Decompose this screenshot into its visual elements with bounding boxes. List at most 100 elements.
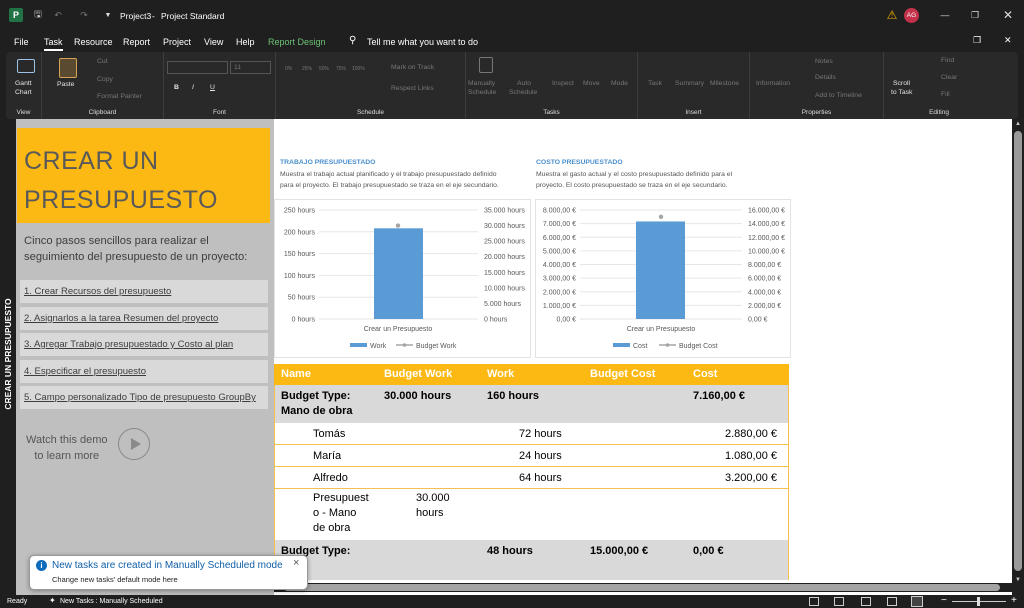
- tab-project[interactable]: Project: [163, 37, 191, 47]
- pct-100-button[interactable]: 100%: [352, 66, 365, 72]
- minimize-icon[interactable]: —: [938, 8, 952, 22]
- pct-50-button[interactable]: 50%: [319, 66, 329, 72]
- y2-tick-label: 12.000,00 €: [748, 235, 785, 242]
- task-usage-icon[interactable]: [834, 597, 844, 606]
- horizontal-scroll-thumb[interactable]: [284, 584, 1000, 591]
- toast-subtitle[interactable]: Change new tasks' default mode here: [52, 575, 178, 584]
- respect-links-button[interactable]: Respect Links: [391, 85, 434, 92]
- tab-report[interactable]: Report: [123, 37, 150, 47]
- close-window-icon[interactable]: ✕: [1004, 35, 1012, 46]
- tab-resource[interactable]: Resource: [74, 37, 113, 47]
- steps-panel: CREAR UN PRESUPUESTO Cinco pasos sencill…: [16, 119, 270, 595]
- mode-button[interactable]: Mode: [611, 80, 628, 87]
- team-planner-icon[interactable]: [861, 597, 871, 606]
- watch-demo-text[interactable]: Watch this demo to learn more: [26, 432, 108, 464]
- scroll-down-icon[interactable]: ▼: [1015, 577, 1021, 583]
- notification-toast[interactable]: i New tasks are created in Manually Sche…: [29, 555, 308, 590]
- tab-view[interactable]: View: [204, 37, 223, 47]
- schedule-group-label: Schedule: [356, 109, 385, 116]
- insert-task-button[interactable]: Task: [648, 80, 662, 87]
- report-view-icon[interactable]: [911, 596, 923, 607]
- pct-0-button[interactable]: 0%: [285, 66, 292, 72]
- y-tick-label: 1.000,00 €: [543, 303, 576, 310]
- budget-marker: [395, 223, 401, 228]
- vertical-scrollbar[interactable]: ▲ ▼: [1012, 119, 1024, 595]
- scroll-to-task-label2: to Task: [891, 89, 913, 96]
- gantt-chart-icon[interactable]: [17, 59, 35, 73]
- toast-close-icon[interactable]: ×: [293, 557, 299, 569]
- warning-icon[interactable]: ⚠: [885, 8, 899, 22]
- table-row: María 24 hours 1.080,00 €: [274, 445, 789, 467]
- close-icon[interactable]: ✕: [1001, 8, 1015, 22]
- step-link-5[interactable]: 5. Campo personalizado Tipo de presupues…: [20, 386, 268, 409]
- inspect-button[interactable]: Inspect: [552, 80, 574, 87]
- gantt-label[interactable]: Gantt: [15, 80, 32, 87]
- italic-button[interactable]: I: [192, 84, 194, 91]
- customize-qat-icon[interactable]: ▼: [101, 8, 115, 22]
- auto-schedule-button[interactable]: Auto: [517, 80, 531, 87]
- redo-icon[interactable]: ↷: [77, 8, 91, 22]
- step-link-3[interactable]: 3. Agregar Trabajo presupuestado y Costo…: [20, 333, 268, 356]
- chart-label[interactable]: Chart: [15, 89, 32, 96]
- pct-75-button[interactable]: 75%: [336, 66, 346, 72]
- summary-button[interactable]: Summary: [675, 80, 704, 87]
- scroll-to-task-button[interactable]: Scroll: [893, 80, 910, 87]
- font-name-select[interactable]: [167, 61, 228, 74]
- move-button[interactable]: Move: [583, 80, 600, 87]
- group-editing: Scroll to Task Find Clear Fill Editing: [884, 52, 994, 119]
- underline-button[interactable]: U: [210, 84, 215, 91]
- clear-button[interactable]: Clear: [941, 74, 957, 81]
- vertical-scroll-thumb[interactable]: [1014, 131, 1022, 571]
- step-link-2[interactable]: 2. Asignarlos a la tarea Resumen del pro…: [20, 307, 268, 330]
- y2-tick-label: 8.000,00 €: [748, 262, 781, 269]
- bar: [374, 228, 423, 319]
- bold-button[interactable]: B: [174, 84, 179, 91]
- notes-button[interactable]: Notes: [815, 58, 833, 65]
- milestone-button[interactable]: Milestone: [710, 80, 739, 87]
- gantt-view-icon[interactable]: [809, 597, 819, 606]
- scroll-up-icon[interactable]: ▲: [1015, 121, 1021, 127]
- category-label: Crear un Presupuesto: [627, 326, 696, 333]
- step-link-1[interactable]: 1. Crear Recursos del presupuesto: [20, 280, 268, 303]
- undo-icon[interactable]: ↶: [51, 8, 65, 22]
- tab-help[interactable]: Help: [236, 37, 255, 47]
- manually-schedule-button[interactable]: Manually: [468, 80, 495, 87]
- paste-icon[interactable]: [59, 58, 77, 78]
- resource-sheet-icon[interactable]: [887, 597, 897, 606]
- add-to-timeline-button[interactable]: Add to Timeline: [815, 92, 862, 99]
- pct-25-button[interactable]: 25%: [302, 66, 312, 72]
- tasks-group-label: Tasks: [543, 109, 560, 116]
- play-icon[interactable]: [118, 428, 150, 460]
- ribbon-display-icon[interactable]: ❐: [973, 35, 981, 46]
- cut-button[interactable]: Cut: [97, 58, 108, 65]
- paste-button[interactable]: Paste: [57, 81, 74, 88]
- tell-me-input[interactable]: Tell me what you want to do: [367, 37, 478, 47]
- format-painter-button[interactable]: Format Painter: [97, 93, 142, 100]
- find-button[interactable]: Find: [941, 57, 954, 64]
- restore-icon[interactable]: ❐: [968, 8, 982, 22]
- fill-button[interactable]: Fill: [941, 91, 950, 98]
- tab-file[interactable]: File: [14, 37, 29, 47]
- copy-button[interactable]: Copy: [97, 76, 113, 83]
- zoom-in-icon[interactable]: +: [1011, 595, 1017, 606]
- y2-tick-label: 15.000 hours: [484, 270, 525, 277]
- group-schedule: 0% 25% 50% 75% 100% Mark on Track Respec…: [276, 52, 466, 119]
- mark-on-track-button[interactable]: Mark on Track: [391, 64, 434, 71]
- step-link-4[interactable]: 4. Especificar el presupuesto: [20, 360, 268, 383]
- tab-report-design[interactable]: Report Design: [268, 37, 326, 47]
- zoom-out-icon[interactable]: −: [941, 595, 947, 606]
- information-button[interactable]: Information: [756, 80, 790, 87]
- details-button[interactable]: Details: [815, 74, 836, 81]
- tab-task[interactable]: Task: [44, 37, 63, 51]
- side-tab-label: CREAR UN PRESUPUESTO: [3, 298, 13, 410]
- pin-icon[interactable]: [479, 57, 493, 73]
- toast-title[interactable]: New tasks are created in Manually Schedu…: [52, 560, 283, 571]
- new-tasks-mode[interactable]: New Tasks : Manually Scheduled: [60, 598, 163, 605]
- save-icon[interactable]: 🖫: [31, 8, 45, 22]
- report-canvas: TRABAJO PRESUPUESTADO Muestra el trabajo…: [274, 119, 1011, 595]
- horizontal-scrollbar[interactable]: [274, 583, 1012, 592]
- avatar[interactable]: AG: [904, 8, 919, 23]
- font-size-select[interactable]: 11: [230, 61, 271, 74]
- y2-tick-label: 16.000,00 €: [748, 208, 785, 215]
- zoom-slider-thumb[interactable]: [977, 597, 980, 606]
